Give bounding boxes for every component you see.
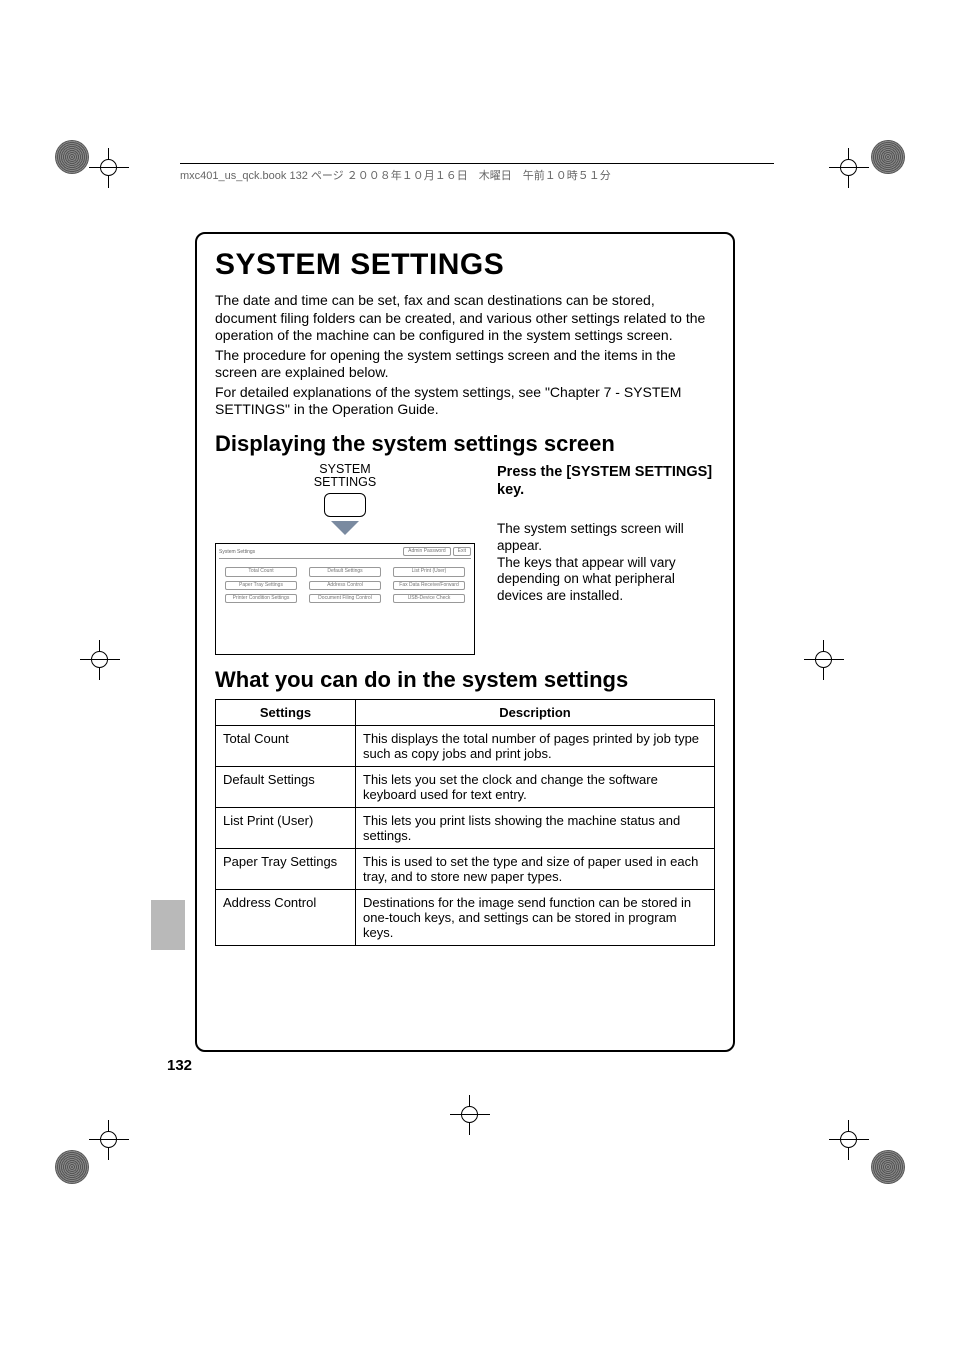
col-description: Description: [356, 700, 715, 726]
setting-name: Default Settings: [216, 767, 356, 808]
physical-key-icon: [324, 493, 366, 517]
page-title: SYSTEM SETTINGS: [215, 248, 715, 282]
table-row: Address Control Destinations for the ima…: [216, 890, 715, 946]
table-row: Total Count This displays the total numb…: [216, 726, 715, 767]
setting-desc: This lets you print lists showing the ma…: [356, 808, 715, 849]
setting-desc: Destinations for the image send function…: [356, 890, 715, 946]
screen-button: List Print (User): [393, 567, 465, 576]
registration-mark: [829, 140, 899, 210]
screen-button: Total Count: [225, 567, 297, 576]
admin-password-button: Admin Password: [403, 547, 451, 556]
side-tab: [151, 900, 185, 950]
section-heading-display: Displaying the system settings screen: [215, 431, 715, 457]
instruction-column: Press the [SYSTEM SETTINGS] key. The sys…: [497, 463, 715, 606]
intro-p1: The date and time can be set, fax and sc…: [215, 292, 715, 345]
page-number: 132: [167, 1057, 192, 1074]
intro-text: The date and time can be set, fax and sc…: [215, 292, 715, 419]
registration-mark: [450, 1095, 520, 1165]
intro-p3: For detailed explanations of the system …: [215, 384, 715, 419]
registration-mark: [80, 640, 150, 710]
table-row: List Print (User) This lets you print li…: [216, 808, 715, 849]
screen-button: Paper Tray Settings: [225, 581, 297, 590]
setting-desc: This lets you set the clock and change t…: [356, 767, 715, 808]
col-settings: Settings: [216, 700, 356, 726]
setting-desc: This displays the total number of pages …: [356, 726, 715, 767]
section-heading-what: What you can do in the system settings: [215, 667, 715, 693]
instruction-title: Press the [SYSTEM SETTINGS] key.: [497, 463, 715, 499]
registration-mark: [55, 1120, 125, 1190]
screen-button: Address Control: [309, 581, 381, 590]
registration-mark: [829, 1120, 899, 1190]
screen-title: System Settings: [219, 549, 255, 555]
illustration-column: SYSTEM SETTINGS System Settings Admin Pa…: [215, 463, 475, 656]
setting-name: Total Count: [216, 726, 356, 767]
exit-button: Exit: [453, 547, 471, 556]
header-text: mxc401_us_qck.book 132 ページ ２００８年１０月１６日 木…: [180, 170, 611, 182]
system-settings-screen-mock: System Settings Admin Password Exit Tota…: [215, 543, 475, 655]
setting-desc: This is used to set the type and size of…: [356, 849, 715, 890]
screen-button: Document Filing Control: [309, 594, 381, 603]
instruction-p2: The keys that appear will vary depending…: [497, 555, 715, 606]
registration-mark: [804, 640, 874, 710]
setting-name: List Print (User): [216, 808, 356, 849]
page-content-frame: SYSTEM SETTINGS The date and time can be…: [195, 232, 735, 1052]
intro-p2: The procedure for opening the system set…: [215, 347, 715, 382]
screen-button: Fax Data Receive/Forward: [393, 581, 465, 590]
print-header: mxc401_us_qck.book 132 ページ ２００８年１０月１６日 木…: [180, 163, 774, 183]
settings-table: Settings Description Total Count This di…: [215, 699, 715, 946]
table-row: Default Settings This lets you set the c…: [216, 767, 715, 808]
screen-button: Printer Condition Settings: [225, 594, 297, 603]
screen-button: USB-Device Check: [393, 594, 465, 603]
instruction-p1: The system settings screen will appear.: [497, 521, 715, 555]
setting-name: Paper Tray Settings: [216, 849, 356, 890]
screen-button: Default Settings: [309, 567, 381, 576]
setting-name: Address Control: [216, 890, 356, 946]
registration-mark: [55, 140, 125, 210]
system-settings-key-label: SYSTEM SETTINGS: [314, 463, 377, 491]
table-row: Paper Tray Settings This is used to set …: [216, 849, 715, 890]
arrow-down-icon: [331, 521, 359, 535]
